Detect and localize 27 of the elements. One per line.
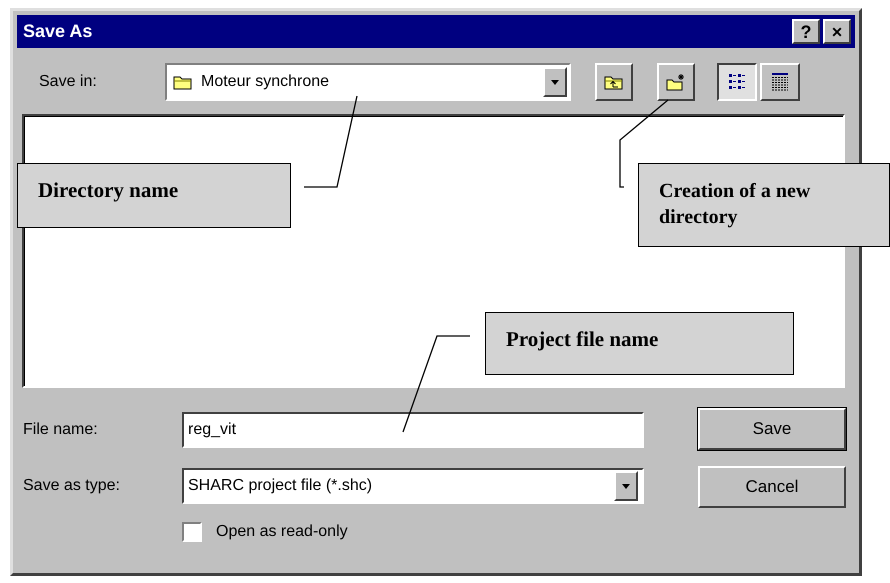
details-view-icon xyxy=(770,72,790,92)
field-label: File name: xyxy=(22,421,99,439)
folder-dropdown[interactable]: Moteur synchrone xyxy=(165,63,571,101)
save-button[interactable]: Save xyxy=(698,408,846,450)
field-label: Save as type: xyxy=(22,477,121,495)
new-folder-icon xyxy=(666,73,686,91)
checkbox-label: Open as read-only xyxy=(216,523,348,541)
file-type-dropdown[interactable]: SHARC project file (*.shc) xyxy=(182,468,644,504)
list-view-button[interactable] xyxy=(717,63,757,101)
file-name-field[interactable]: reg_vit xyxy=(182,412,644,448)
dropdown-button[interactable] xyxy=(614,471,638,501)
caret-icon xyxy=(550,78,560,86)
new-folder-button[interactable] xyxy=(657,63,695,101)
list-view-icon xyxy=(727,72,747,92)
callout-label: Directory name xyxy=(17,163,291,228)
callout-label: Creation of a new directory xyxy=(638,163,890,247)
cancel-button[interactable]: Cancel xyxy=(698,466,846,508)
window-title: Save As xyxy=(23,21,92,42)
checkbox[interactable] xyxy=(182,522,202,542)
dropdown-button[interactable] xyxy=(543,67,567,97)
caret-icon xyxy=(621,482,631,490)
help-button[interactable]: ? xyxy=(792,19,820,44)
field-label: Save in: xyxy=(38,73,98,91)
up-folder-button[interactable] xyxy=(595,63,633,101)
details-view-button[interactable] xyxy=(760,63,800,101)
close-button[interactable]: × xyxy=(823,19,851,44)
callout-label: Project file name xyxy=(485,312,794,375)
